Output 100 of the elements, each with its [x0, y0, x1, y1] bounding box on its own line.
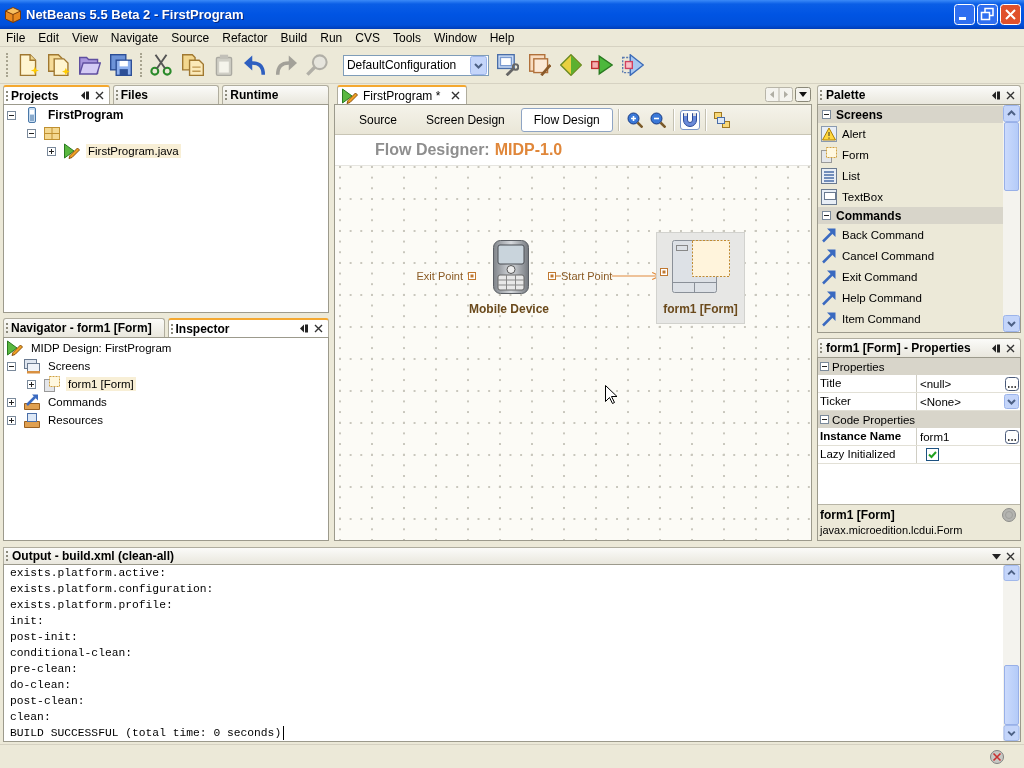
tree-item[interactable]: form1 [Form]	[66, 377, 136, 391]
palette-item[interactable]: Alert	[818, 123, 1003, 144]
scrollbar[interactable]	[1003, 565, 1020, 741]
diamond-icon[interactable]	[559, 54, 582, 76]
run-icon[interactable]	[591, 54, 614, 76]
minimize-panel-icon[interactable]	[992, 90, 1001, 100]
status-icon[interactable]	[990, 749, 1004, 764]
palette-item[interactable]: Cancel Command	[818, 245, 1003, 266]
palette-item[interactable]: Help Command	[818, 287, 1003, 308]
panel-tab[interactable]: Navigator - form1 [Form]	[3, 318, 165, 337]
dropdown-icon[interactable]	[992, 551, 1001, 561]
menu-item[interactable]: Refactor	[217, 30, 273, 45]
tree-item[interactable]: MIDP Design: FirstProgram	[29, 341, 174, 355]
property-value[interactable]: form1	[920, 430, 950, 443]
minimize-panel-icon[interactable]	[992, 343, 1001, 353]
menu-item[interactable]: Source	[166, 30, 215, 45]
minimize-panel-icon[interactable]	[300, 324, 309, 333]
port-icon[interactable]	[660, 268, 668, 276]
close-icon[interactable]	[1006, 551, 1015, 561]
collapse-icon[interactable]	[820, 362, 829, 371]
menu-item[interactable]: Tools	[388, 30, 426, 45]
panel-tab[interactable]: Files	[112, 85, 220, 104]
menu-item[interactable]: View	[67, 30, 103, 45]
port-icon[interactable]	[548, 272, 561, 280]
editor-tab[interactable]: FirstProgram *	[337, 85, 468, 104]
scrollbar[interactable]	[1003, 105, 1020, 332]
port-icon[interactable]	[468, 272, 476, 280]
menu-item[interactable]: File	[1, 30, 31, 45]
menu-item[interactable]: Run	[315, 30, 348, 45]
collapse-icon[interactable]	[820, 415, 829, 424]
restore-icon[interactable]	[977, 4, 998, 25]
property-value[interactable]: <None>	[920, 395, 961, 408]
menu-item[interactable]: Window	[429, 30, 482, 45]
copy-icon[interactable]	[181, 54, 204, 76]
expand-icon[interactable]	[7, 397, 16, 407]
palette-item[interactable]: Form	[818, 144, 1003, 165]
collapse-icon[interactable]	[822, 110, 831, 119]
tree-item[interactable]: FirstProgram	[46, 107, 126, 123]
palette-item[interactable]: Back Command	[818, 224, 1003, 245]
view-tab[interactable]: Source	[346, 107, 411, 132]
save-all-icon[interactable]	[110, 54, 133, 76]
scrollbar-thumb[interactable]	[1004, 665, 1019, 725]
palette-item[interactable]: TextBox	[818, 186, 1003, 207]
mobile-phone-icon[interactable]	[493, 240, 529, 294]
selected-node[interactable]: form1 [Form]	[656, 232, 745, 324]
arrow-dashed-box-icon[interactable]	[622, 54, 645, 76]
toolbar-grip[interactable]	[139, 53, 142, 77]
menu-item[interactable]: Help	[484, 30, 520, 45]
close-icon[interactable]	[314, 324, 323, 333]
expand-icon[interactable]	[7, 415, 16, 425]
output-line: exists.platform.profile:	[10, 599, 173, 611]
tree-item[interactable]: Resources	[46, 413, 105, 427]
panel-tab[interactable]: Projects	[3, 85, 110, 104]
collapse-icon[interactable]	[27, 128, 36, 138]
more-options-icon[interactable]	[1005, 376, 1019, 391]
scroll-down-icon[interactable]	[1003, 725, 1020, 741]
menu-item[interactable]: Edit	[33, 30, 65, 45]
scissors-icon[interactable]	[150, 54, 173, 76]
view-tab[interactable]: Flow Design	[520, 107, 613, 132]
menu-item[interactable]: Navigate	[105, 30, 164, 45]
document-brush-icon[interactable]	[528, 54, 551, 76]
palette-item[interactable]: Exit Command	[818, 266, 1003, 287]
expand-icon[interactable]	[47, 146, 56, 156]
collapse-icon[interactable]	[822, 211, 831, 220]
scroll-down-icon[interactable]	[1003, 315, 1020, 332]
collapse-icon[interactable]	[7, 361, 16, 371]
form-screen-icon[interactable]	[672, 240, 730, 293]
scroll-up-icon[interactable]	[1003, 565, 1020, 581]
tree-item[interactable]: FirstProgram.java	[86, 144, 181, 158]
configuration-dropdown[interactable]: DefaultConfiguration	[342, 54, 489, 76]
menu-item[interactable]: Build	[275, 30, 313, 45]
property-value[interactable]: <null>	[920, 377, 952, 390]
minimize-icon[interactable]	[954, 4, 975, 25]
open-folder-icon[interactable]	[78, 54, 101, 76]
new-documents-icon[interactable]	[47, 54, 70, 76]
tree-item[interactable]: Commands	[46, 395, 109, 409]
undo-icon[interactable]	[243, 54, 266, 76]
palette-item[interactable]: Item Command	[818, 308, 1003, 329]
view-tab[interactable]: Screen Design	[413, 107, 518, 132]
tree-item[interactable]: Screens	[46, 359, 93, 373]
zoom-out-icon[interactable]	[649, 111, 666, 128]
close-icon[interactable]	[1006, 90, 1015, 100]
panel-tab[interactable]: Inspector	[167, 318, 329, 337]
scrollbar-thumb[interactable]	[1004, 122, 1019, 191]
monitor-wrench-icon[interactable]	[497, 54, 520, 76]
close-icon[interactable]	[94, 91, 104, 100]
more-options-icon[interactable]	[1005, 429, 1019, 444]
palette-item[interactable]: List	[818, 165, 1003, 186]
close-icon[interactable]	[451, 91, 461, 100]
collapse-icon[interactable]	[7, 110, 16, 120]
close-icon[interactable]	[1006, 343, 1015, 353]
checkbox[interactable]	[926, 448, 939, 461]
minimize-panel-icon[interactable]	[80, 91, 90, 100]
menu-item[interactable]: CVS	[350, 30, 385, 45]
zoom-in-icon[interactable]	[626, 111, 643, 128]
tab-menu-icon[interactable]	[795, 87, 811, 102]
panel-tab[interactable]: Runtime	[222, 85, 329, 104]
expand-icon[interactable]	[27, 379, 36, 389]
layout-icon[interactable]	[713, 111, 730, 128]
scroll-up-icon[interactable]	[1003, 105, 1020, 122]
